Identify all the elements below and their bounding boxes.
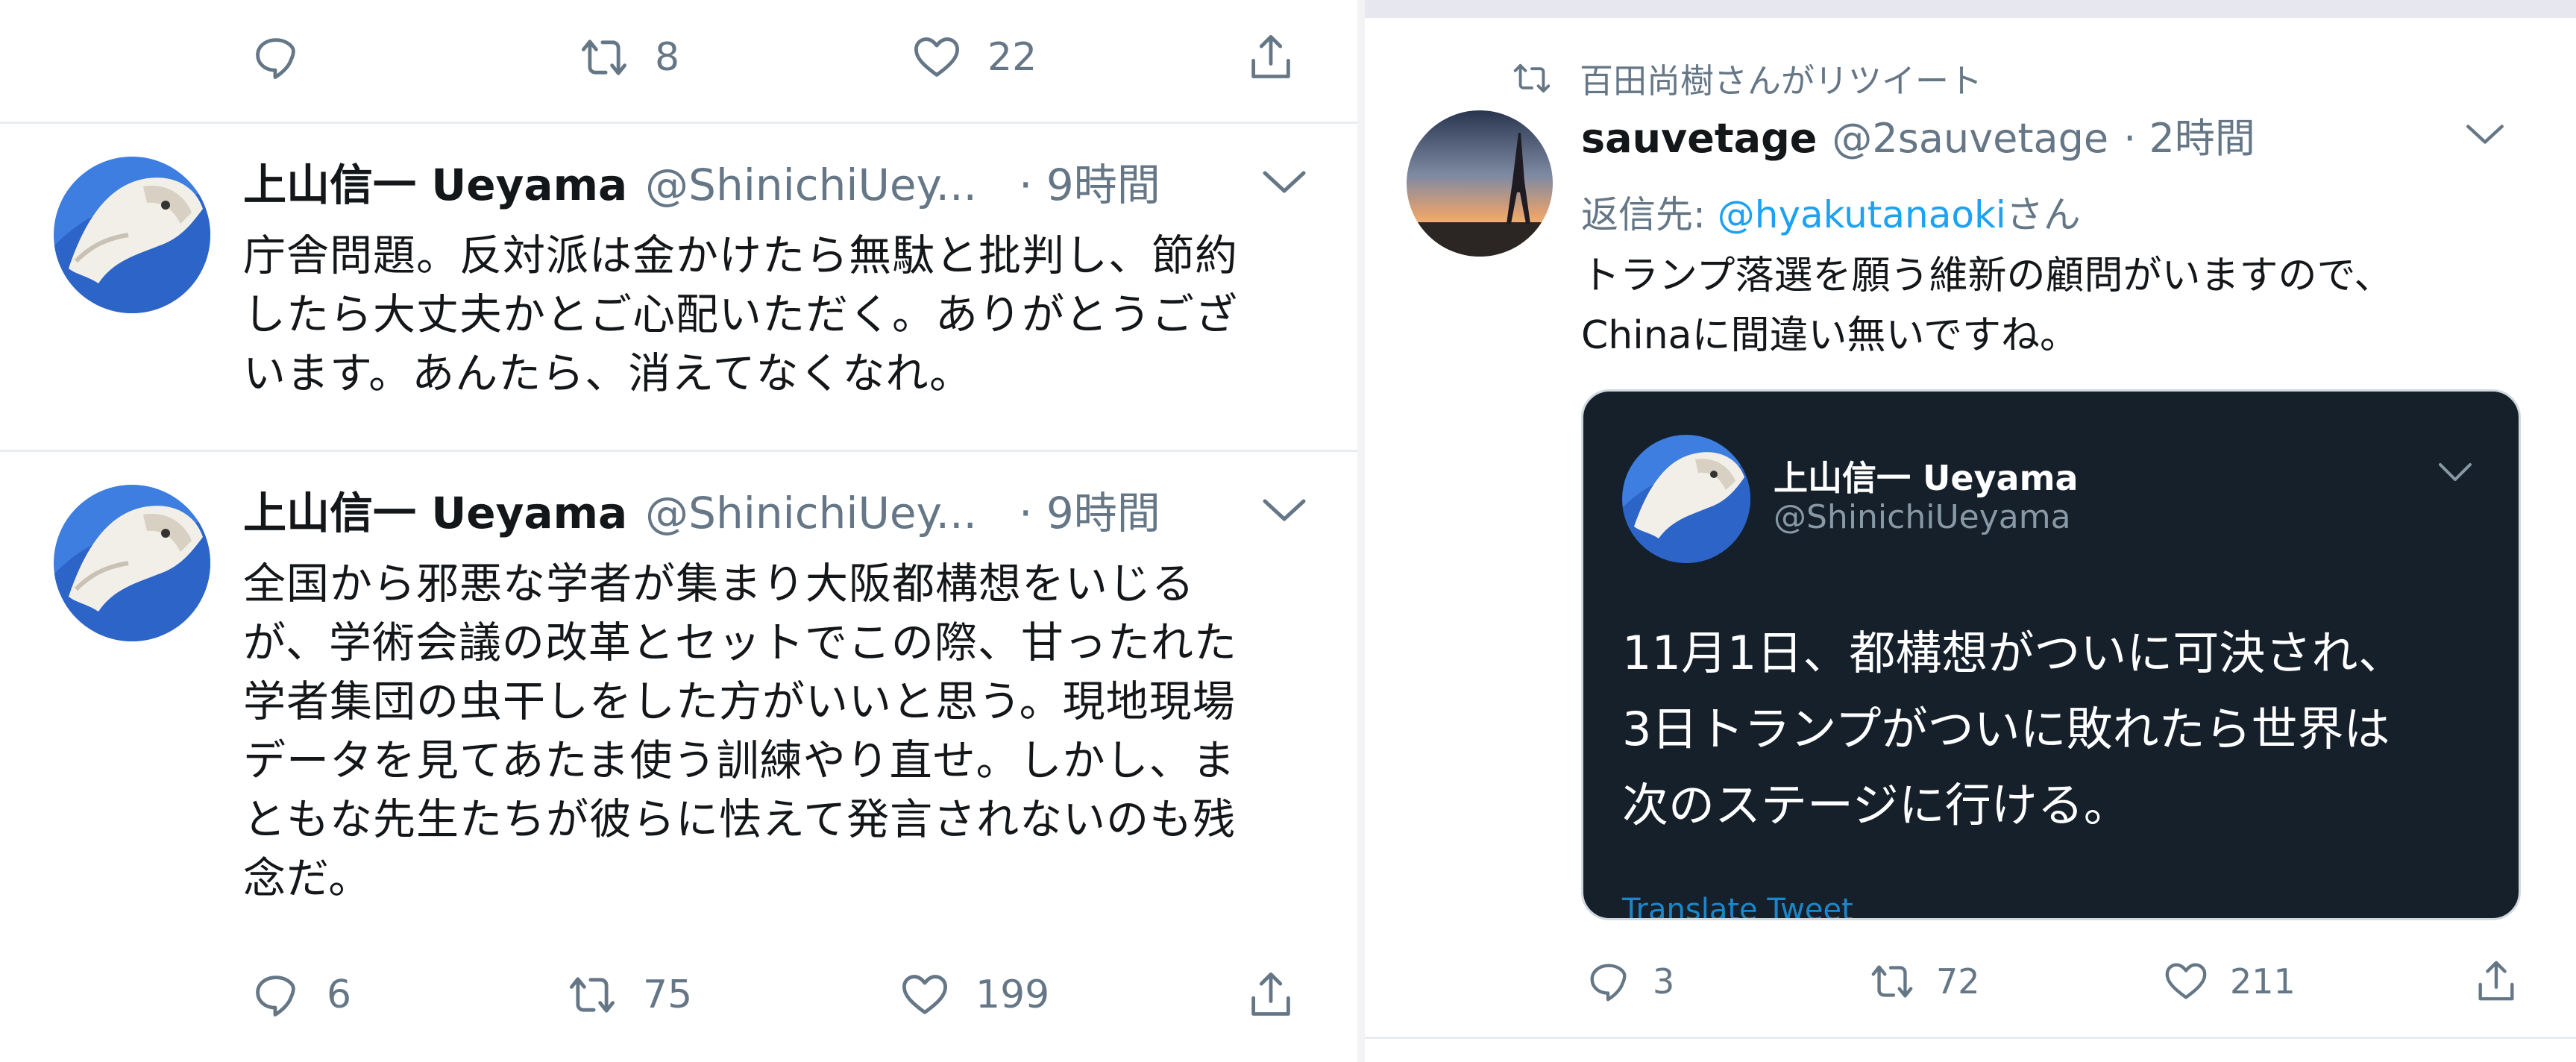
translate-tweet-link[interactable]: Translate Tweet [1622, 893, 1853, 918]
share-button[interactable] [2473, 955, 2519, 1008]
display-name[interactable]: 上山信一 Ueyama [243, 485, 627, 541]
tweet-text-line: したら大丈夫かとご心配いただく。ありがとうござ [243, 290, 1238, 339]
like-count: 199 [976, 973, 1050, 1017]
retweet-icon [581, 40, 627, 75]
tweet-header: sauvetage @2sauvetage · 2時間 [1581, 110, 2255, 167]
avatar[interactable] [54, 485, 210, 641]
avatar[interactable] [54, 157, 210, 313]
tweet-menu-button[interactable] [1260, 495, 1308, 528]
share-icon [2478, 961, 2514, 1001]
quoted-text-line: 3日トランプがついに敗れたら世界は [1622, 702, 2390, 756]
retweet-button[interactable]: 75 [567, 969, 692, 1021]
top-edge [1365, 0, 2576, 18]
tweet-text-line: が、学術会議の改革とセットでこの際、甘ったれた [243, 618, 1237, 667]
retweet-icon [1513, 63, 1551, 92]
tweet-header: 上山信一 Ueyama @ShinichiUey... · 9時間 [243, 485, 1160, 541]
retweet-count: 75 [643, 973, 693, 1017]
right-timeline: 百田尚樹さんがリツイート sauvetage @2sauvetage · 2時間 [1365, 0, 2576, 1062]
reply-button[interactable] [251, 31, 301, 84]
tweet-text: 全国から邪悪な学者が集まり大阪都構想をいじる が、学術会議の改革とセットでこの際… [243, 555, 1237, 908]
tweet-actions: 6 75 199 [0, 969, 1357, 1021]
quoted-avatar[interactable] [1622, 435, 1750, 563]
tweet-text: トランプ落選を願う維新の顧問がいますので、 Chinaに間違い無いですね。 [1581, 246, 2393, 365]
replying-to: 返信先: @hyakutanaokiさん [1581, 185, 2081, 239]
like-button[interactable]: 22 [911, 31, 1037, 84]
reply-button[interactable]: 6 [251, 969, 351, 1021]
like-count: 22 [987, 35, 1037, 80]
chevron-down-icon [2439, 463, 2472, 481]
avatar-image [54, 157, 210, 313]
reply-icon [1590, 964, 1627, 1002]
retweeted-by-note[interactable]: 百田尚樹さんがリツイート [1511, 54, 1982, 102]
retweet-icon [1871, 965, 1913, 998]
avatar-image [1407, 110, 1553, 257]
retweeted-by-text: 百田尚樹さんがリツイート [1580, 61, 1983, 101]
panel-separator [1357, 0, 1365, 1062]
quoted-menu-button[interactable] [2437, 460, 2474, 487]
display-name[interactable]: 上山信一 Ueyama [243, 157, 627, 213]
timestamp[interactable]: · 9時間 [1019, 485, 1160, 541]
avatar-image [54, 485, 210, 641]
tweet[interactable]: 上山信一 Ueyama @ShinichiUey... · 9時間 全国から邪悪… [0, 452, 1357, 1062]
share-button[interactable] [1245, 969, 1296, 1021]
user-handle[interactable]: @ShinichiUey... [645, 485, 977, 541]
replying-to-label: 返信先: [1581, 193, 1718, 236]
reply-count: 3 [1653, 961, 1675, 1002]
share-button[interactable] [1245, 31, 1296, 84]
reply-button[interactable]: 3 [1586, 955, 1674, 1008]
chevron-down-icon [2466, 125, 2504, 144]
retweet-button[interactable]: 8 [579, 31, 679, 84]
tweet-text-line: ともな先生たちが彼らに怯えて発言されないのも残 [243, 795, 1237, 844]
display-name[interactable]: sauvetage [1581, 110, 1817, 167]
share-icon [1251, 972, 1290, 1016]
quoted-tweet-card[interactable]: 上山信一 Ueyama @ShinichiUeyama 11月1日、都構想がつい… [1581, 389, 2521, 920]
tweet-text-line: Chinaに間違い無いですね。 [1581, 313, 2079, 358]
timestamp[interactable]: · 9時間 [1019, 157, 1160, 213]
tweet-actions: 8 22 [0, 31, 1357, 84]
reply-mention-link[interactable]: @hyakutanaoki [1718, 193, 2006, 236]
avatar[interactable] [1407, 110, 1553, 257]
tweet-menu-button[interactable] [1260, 167, 1308, 200]
tweet-actions: 3 72 211 [1365, 955, 2576, 1008]
reply-icon [256, 38, 295, 79]
like-icon [914, 37, 960, 77]
retweet-icon [569, 977, 615, 1013]
retweet-count: 8 [655, 35, 680, 80]
user-handle[interactable]: @2sauvetage [1832, 110, 2108, 167]
divider [1365, 1037, 2576, 1039]
quoted-text-line: 次のステージに行ける。 [1622, 778, 2130, 832]
share-icon [1251, 34, 1290, 78]
replying-to-suffix: さん [2005, 193, 2081, 236]
reply-count: 6 [327, 973, 352, 1017]
quoted-user-handle[interactable]: @ShinichiUeyama [1774, 498, 2071, 536]
user-handle[interactable]: @ShinichiUey... [645, 157, 977, 213]
like-button[interactable]: 211 [2163, 955, 2296, 1008]
like-icon [902, 975, 948, 1014]
tweet-text-line: 念だ。 [243, 854, 372, 903]
tweet[interactable]: 上山信一 Ueyama @ShinichiUey... · 9時間 庁舎問題。反… [0, 124, 1357, 450]
chevron-down-icon [1263, 499, 1306, 521]
left-timeline: 8 22 上山信一 Ueyama @ShinichiUey... · 9時間 庁… [0, 0, 1357, 1062]
chevron-down-icon [1263, 171, 1306, 193]
like-button[interactable]: 199 [899, 969, 1049, 1021]
quoted-tweet-text: 11月1日、都構想がついに可決され、 3日トランプがついに敗れたら世界は 次のス… [1622, 615, 2404, 843]
reply-icon [256, 975, 295, 1017]
tweet-text-line: 全国から邪悪な学者が集まり大阪都構想をいじる [243, 559, 1195, 609]
tweet-header: 上山信一 Ueyama @ShinichiUey... · 9時間 [243, 157, 1160, 213]
avatar-image [1622, 435, 1750, 563]
tweet-text-line: データを見てあたま使う訓練やり直せ。しかし、ま [243, 736, 1236, 785]
tweet-text-line: トランプ落選を願う維新の顧問がいますので、 [1581, 254, 2393, 298]
like-count: 211 [2230, 961, 2296, 1002]
tweet-text-line: 学者集団の虫干しをした方がいいと思う。現地現場 [243, 677, 1236, 726]
timestamp[interactable]: · 2時間 [2123, 110, 2255, 167]
tweet-text: 庁舎問題。反対派は金かけたら無駄と批判し、節約 したら大丈夫かとご心配いただく。… [243, 227, 1238, 403]
tweet-menu-button[interactable] [2464, 121, 2506, 151]
retweet-button[interactable]: 72 [1869, 955, 1980, 1008]
like-icon [2165, 963, 2207, 999]
quoted-display-name[interactable]: 上山信一 Ueyama [1774, 451, 2079, 500]
tweet-text-line: 庁舎問題。反対派は金かけたら無駄と批判し、節約 [243, 231, 1238, 280]
tweet-text-line: います。あんたら、消えてなくなれ。 [243, 349, 973, 398]
quoted-text-line: 11月1日、都構想がついに可決され、 [1622, 626, 2404, 680]
retweet-count: 72 [1936, 961, 1980, 1002]
